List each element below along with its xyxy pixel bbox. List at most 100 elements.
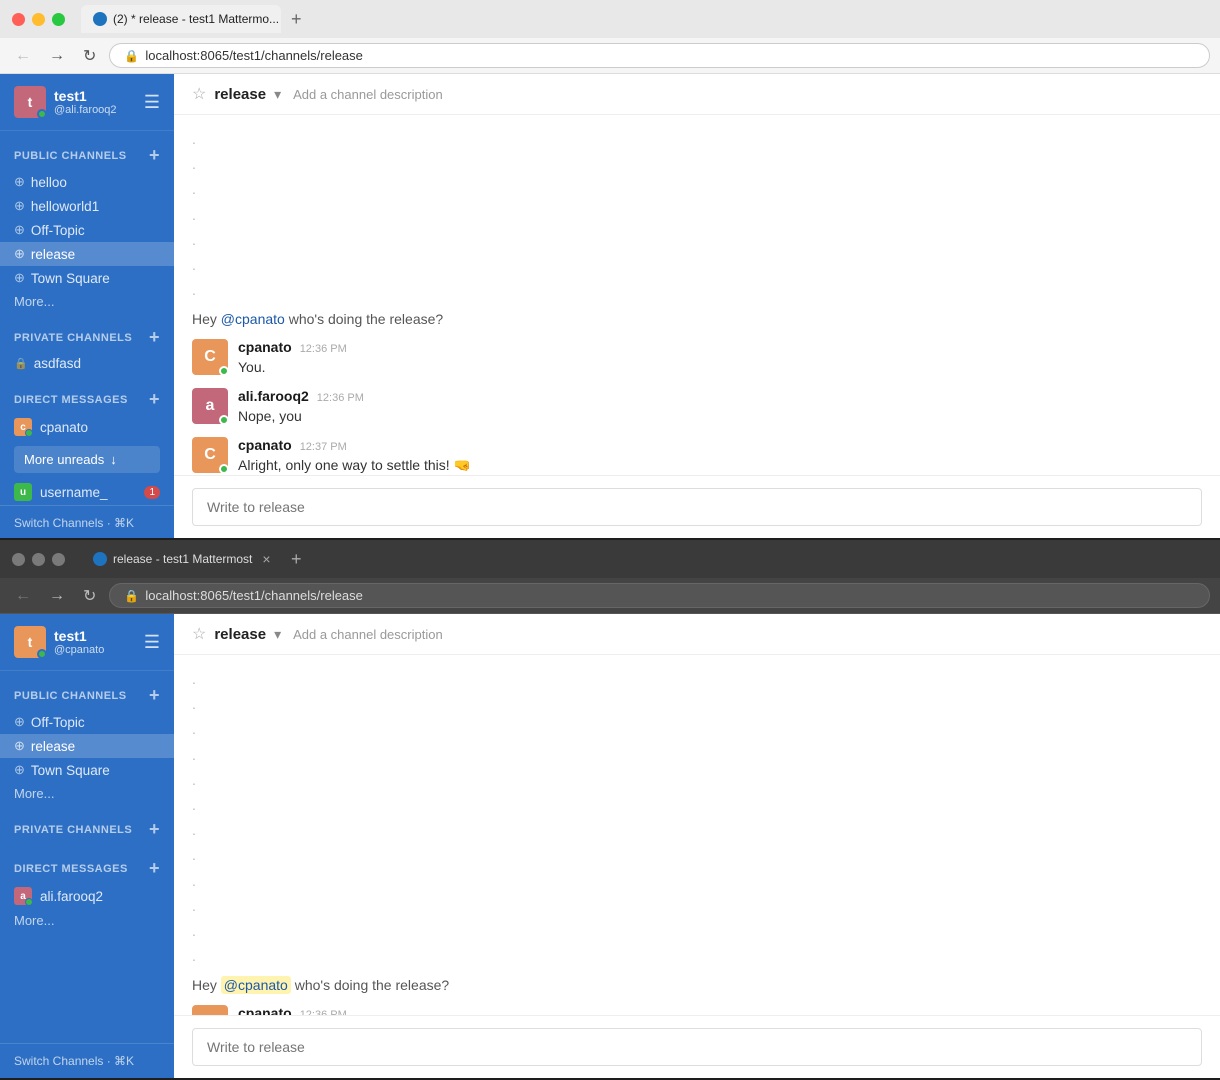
dm-username[interactable]: u username_ 1 <box>0 479 174 505</box>
channel-desc-2[interactable]: Add a channel description <box>293 627 443 642</box>
dm-avatar-cpanato: c <box>14 418 32 436</box>
close-button-2[interactable] <box>12 553 25 566</box>
reload-button-1[interactable]: ↻ <box>78 44 101 68</box>
forward-button-2[interactable]: → <box>44 585 70 607</box>
more-channels-link-2[interactable]: More... <box>0 782 174 805</box>
active-tab-2[interactable]: release - test1 Mattermost × <box>81 545 281 573</box>
globe-icon: ⊕ <box>14 246 25 262</box>
message-input-1[interactable] <box>192 488 1202 526</box>
tab-bar-1: (2) * release - test1 Mattermo... × + <box>81 5 1208 33</box>
forward-button-1[interactable]: → <box>44 45 70 67</box>
new-tab-button-1[interactable]: + <box>285 7 308 32</box>
sidebar-bottom-1: Switch Channels · ⌘K <box>0 505 174 538</box>
address-bar-1[interactable]: 🔒 localhost:8065/test1/channels/release <box>109 43 1210 68</box>
reload-button-2[interactable]: ↻ <box>78 584 101 608</box>
channel-desc-1[interactable]: Add a channel description <box>293 87 443 102</box>
channel-asdfasd[interactable]: 🔒 asdfasd <box>0 352 174 375</box>
direct-messages-section-2: DIRECT MESSAGES + a ali.farooq2 More... <box>0 844 174 932</box>
channel-town-square-2[interactable]: ⊕ Town Square <box>0 758 174 782</box>
channel-off-topic-2[interactable]: ⊕ Off-Topic <box>0 710 174 734</box>
message-input-2[interactable] <box>192 1028 1202 1066</box>
maximize-button-2[interactable] <box>52 553 65 566</box>
channel-release-active[interactable]: ⊕ release <box>0 242 174 266</box>
star-icon-1[interactable]: ☆ <box>192 84 206 104</box>
dm-cpanato[interactable]: c cpanato <box>0 414 174 440</box>
star-icon-2[interactable]: ☆ <box>192 624 206 644</box>
public-channels-header-2: PUBLIC CHANNELS + <box>0 679 174 710</box>
browser-content-1: t test1 @ali.farooq2 ☰ PUBLIC CHANNELS + <box>0 74 1220 538</box>
channel-name-2: release <box>214 626 266 643</box>
channel-off-topic[interactable]: ⊕ Off-Topic <box>0 218 174 242</box>
more-unreads-button-1[interactable]: More unreads ↓ <box>14 446 160 473</box>
dot2-1: . <box>192 667 1202 692</box>
chevron-icon-1[interactable]: ▾ <box>274 86 281 103</box>
browser-content-2: t test1 @cpanato ☰ PUBLIC CHANNELS + ⊕ <box>0 614 1220 1078</box>
hamburger-1[interactable]: ☰ <box>144 92 160 113</box>
tab-label-1: (2) * release - test1 Mattermo... <box>113 12 279 26</box>
new-tab-button-2[interactable]: + <box>285 547 308 572</box>
main-content-1: ☆ release ▾ Add a channel description . … <box>174 74 1220 538</box>
active-tab-1[interactable]: (2) * release - test1 Mattermo... × <box>81 5 281 33</box>
msg-avatar-cp-1: C <box>192 339 228 375</box>
dot2-11: . <box>192 919 1202 944</box>
main-content-2: ☆ release ▾ Add a channel description . … <box>174 614 1220 1078</box>
tab-close-2[interactable]: × <box>262 551 270 567</box>
url-text-1: localhost:8065/test1/channels/release <box>145 48 363 63</box>
dot-4: . <box>192 203 1202 228</box>
hamburger-2[interactable]: ☰ <box>144 632 160 653</box>
more-dm-link-2[interactable]: More... <box>0 909 174 932</box>
avatar-1: t <box>14 86 46 118</box>
channel-helloo[interactable]: ⊕ helloo <box>0 170 174 194</box>
switch-channels-1[interactable]: Switch Channels · ⌘K <box>14 516 160 530</box>
msg-header-3: cpanato 12:37 PM <box>238 437 1202 453</box>
more-unreads-label-1: More unreads <box>24 452 104 467</box>
dm-ali-farooq2[interactable]: a ali.farooq2 <box>0 883 174 909</box>
dot2-9: . <box>192 869 1202 894</box>
msg-text-3: Alright, only one way to settle this! 🤜 <box>238 455 1202 475</box>
add-public-channel-1[interactable]: + <box>149 145 160 166</box>
avatar-2: t <box>14 626 46 658</box>
minimize-button-1[interactable] <box>32 13 45 26</box>
lock-icon-2: 🔒 <box>124 589 139 603</box>
channel-helloworld1[interactable]: ⊕ helloworld1 <box>0 194 174 218</box>
maximize-button-1[interactable] <box>52 13 65 26</box>
msg-author-w2-1: cpanato <box>238 1005 292 1015</box>
more-channels-link-1[interactable]: More... <box>0 290 174 313</box>
browser-window-1: (2) * release - test1 Mattermo... × + ← … <box>0 0 1220 540</box>
back-button-1[interactable]: ← <box>10 45 36 67</box>
msg-time-1: 12:36 PM <box>300 343 347 355</box>
back-button-2[interactable]: ← <box>10 585 36 607</box>
direct-messages-header-1: DIRECT MESSAGES + <box>0 383 174 414</box>
chevron-icon-2[interactable]: ▾ <box>274 626 281 643</box>
message-row-3: C cpanato 12:37 PM Alright, only one way… <box>192 437 1202 475</box>
dm-status-ali <box>25 898 33 906</box>
user-name-1: test1 <box>54 88 117 104</box>
system-message-2: Hey @cpanato who's doing the release? <box>192 977 1202 993</box>
tab-favicon-2 <box>93 552 107 566</box>
dot2-2: . <box>192 692 1202 717</box>
add-private-channel-1[interactable]: + <box>149 327 160 348</box>
system-message-1: Hey @cpanato who's doing the release? <box>192 311 1202 327</box>
dot2-4: . <box>192 743 1202 768</box>
msg-header-1: cpanato 12:36 PM <box>238 339 1202 355</box>
add-public-channel-2[interactable]: + <box>149 685 160 706</box>
msg-avatar-ali-1: a <box>192 388 228 424</box>
close-button-1[interactable] <box>12 13 25 26</box>
channel-name-1: release <box>214 86 266 103</box>
lock-icon-1: 🔒 <box>124 49 139 63</box>
msg-header-w2-1: cpanato 12:36 PM <box>238 1005 1202 1015</box>
tab-favicon-1 <box>93 12 107 26</box>
minimize-button-2[interactable] <box>32 553 45 566</box>
user-info-2: t test1 @cpanato <box>14 626 104 658</box>
channel-release-2[interactable]: ⊕ release <box>0 734 174 758</box>
dm-avatar-username: u <box>14 483 32 501</box>
switch-channels-2[interactable]: Switch Channels · ⌘K <box>14 1054 160 1068</box>
add-dm-1[interactable]: + <box>149 389 160 410</box>
direct-messages-section-1: DIRECT MESSAGES + c cpanato <box>0 375 174 440</box>
address-bar-2[interactable]: 🔒 localhost:8065/test1/channels/release <box>109 583 1210 608</box>
lock-icon: 🔒 <box>14 357 28 370</box>
dot2-8: . <box>192 843 1202 868</box>
add-private-channel-2[interactable]: + <box>149 819 160 840</box>
channel-town-square[interactable]: ⊕ Town Square <box>0 266 174 290</box>
add-dm-2[interactable]: + <box>149 858 160 879</box>
